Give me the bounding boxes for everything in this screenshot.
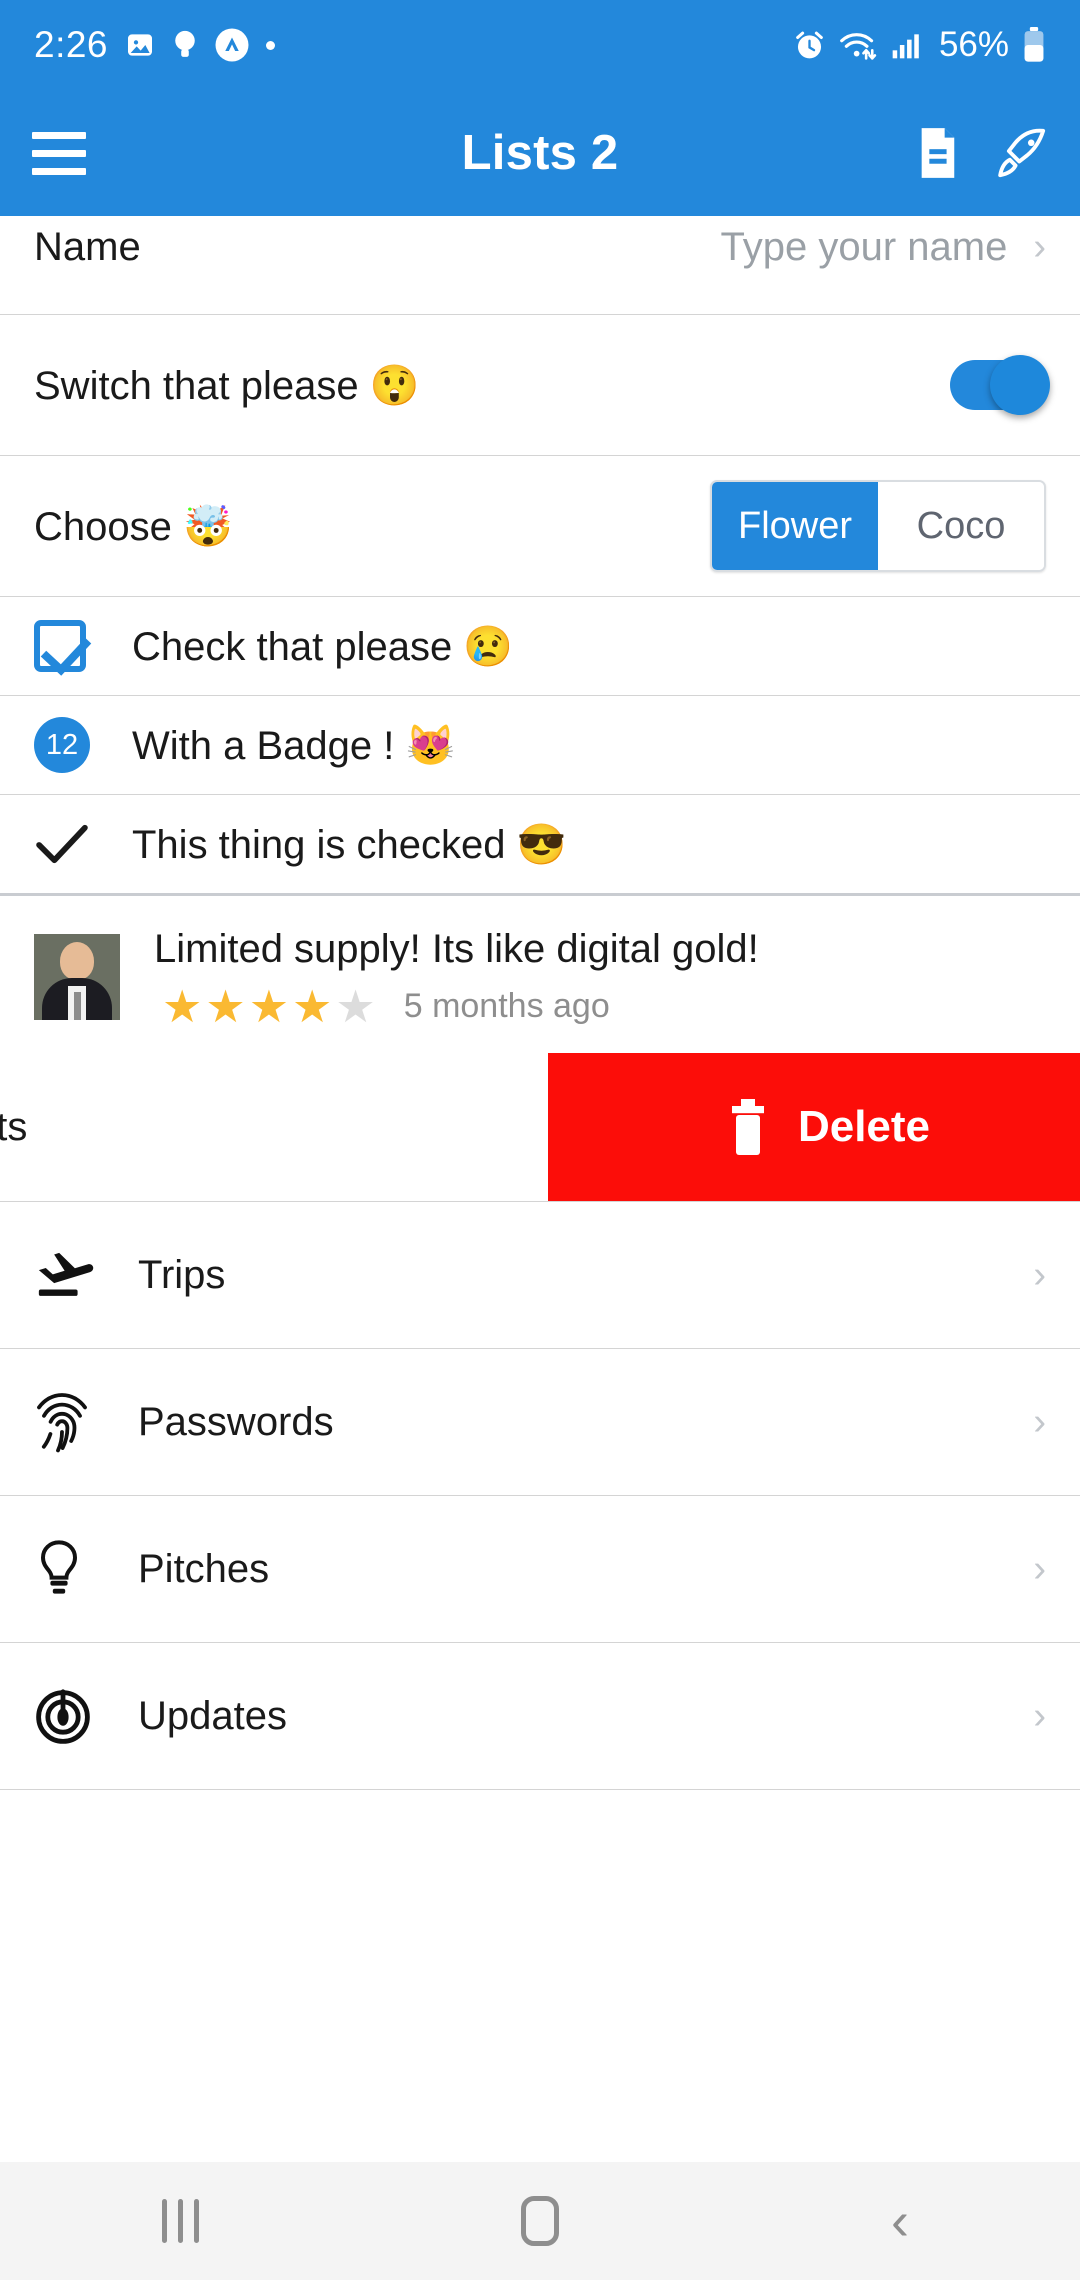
menu-item-label: Trips xyxy=(138,1252,226,1297)
star-filled: ★ xyxy=(292,981,333,1033)
checkbox-checked-icon[interactable] xyxy=(34,620,86,672)
checkbox-label: Check that please 😢 xyxy=(132,624,514,669)
divider xyxy=(0,1789,1080,1791)
hamburger-icon[interactable] xyxy=(32,131,86,175)
menu-item-trips[interactable]: Trips › xyxy=(0,1202,1080,1348)
switch-label: Switch that please 😲 xyxy=(34,363,420,408)
delete-button[interactable]: Delete xyxy=(548,1053,1080,1202)
choose-label: Choose 🤯 xyxy=(34,504,233,549)
star-filled: ★ xyxy=(205,981,246,1033)
review-meta: ★ ★ ★ ★ ★ 5 months ago xyxy=(154,984,1046,1029)
row-name[interactable]: Name Type your name › xyxy=(0,216,1080,314)
review-title: Limited supply! Its like digital gold! xyxy=(154,927,759,971)
lightbulb-icon xyxy=(34,1538,100,1600)
star-empty: ★ xyxy=(335,981,376,1033)
row-switch[interactable]: Switch that please 😲 xyxy=(0,315,1080,455)
trash-icon xyxy=(726,1098,770,1156)
name-input[interactable]: Type your name xyxy=(721,227,1008,267)
row-choose: Choose 🤯 Flower Coco xyxy=(0,456,1080,596)
row-checkbox[interactable]: Check that please 😢 xyxy=(0,597,1080,695)
review-item[interactable]: Limited supply! Its like digital gold! ★… xyxy=(0,896,1080,1053)
phone-screen: 2:26 56% Lists 2 Name Type your name › S… xyxy=(0,0,1080,2280)
rating-stars: ★ ★ ★ ★ ★ xyxy=(162,984,376,1029)
rocket-icon[interactable] xyxy=(994,126,1048,180)
target-radar-icon xyxy=(34,1687,100,1745)
menu-item-updates[interactable]: Updates › xyxy=(0,1643,1080,1789)
menu-item-label: Passwords xyxy=(138,1399,334,1444)
segment-flower[interactable]: Flower xyxy=(712,482,878,570)
content-list: Name Type your name › Switch that please… xyxy=(0,216,1080,2162)
battery-percent: 56% xyxy=(938,25,1009,64)
alarm-icon xyxy=(793,29,826,62)
app-circle-icon xyxy=(214,27,250,63)
document-icon[interactable] xyxy=(914,126,960,180)
chevron-right-icon: › xyxy=(1033,1547,1046,1590)
system-nav-bar: ‹ xyxy=(0,2162,1080,2280)
review-timestamp: 5 months ago xyxy=(403,987,610,1026)
image-icon xyxy=(124,29,156,61)
app-bar: Lists 2 xyxy=(0,90,1080,216)
status-bar-left: 2:26 xyxy=(34,24,276,66)
signal-icon xyxy=(890,29,922,61)
star-filled: ★ xyxy=(162,981,203,1033)
dot-icon xyxy=(266,40,276,50)
airplane-landing-icon xyxy=(34,1249,100,1301)
menu-item-label: Pitches xyxy=(138,1546,270,1591)
segmented-control: Flower Coco xyxy=(710,480,1046,572)
menu-item-passwords[interactable]: Passwords › xyxy=(0,1349,1080,1495)
star-filled: ★ xyxy=(248,981,290,1033)
check-mark-icon xyxy=(34,823,90,865)
fingerprint-icon xyxy=(34,1391,100,1453)
recents-icon[interactable] xyxy=(120,2199,240,2243)
chevron-right-icon: › xyxy=(1033,1694,1046,1737)
badge-count: 12 xyxy=(34,717,90,773)
row-checked-thing[interactable]: This thing is checked 😎 xyxy=(0,795,1080,893)
chevron-right-icon: › xyxy=(1033,1400,1046,1443)
segment-coco[interactable]: Coco xyxy=(878,482,1044,570)
home-icon[interactable] xyxy=(480,2196,600,2246)
wifi-icon xyxy=(839,29,877,62)
avatar xyxy=(34,934,120,1020)
app-bar-actions xyxy=(914,126,1048,180)
menu-item-label: Updates xyxy=(138,1693,287,1738)
status-time: 2:26 xyxy=(34,24,109,65)
status-bar-right: 56% xyxy=(793,25,1046,65)
swiped-row-label: nts xyxy=(0,1104,28,1149)
row-swiped-delete[interactable]: nts › Delete xyxy=(0,1053,1080,1202)
switch-knob xyxy=(990,355,1050,415)
status-bar: 2:26 56% xyxy=(0,0,1080,90)
review-body: Limited supply! Its like digital gold! ★… xyxy=(154,926,1046,1029)
menu-item-pitches[interactable]: Pitches › xyxy=(0,1496,1080,1642)
chevron-right-icon: › xyxy=(1033,226,1046,268)
checked-thing-label: This thing is checked 😎 xyxy=(132,822,567,867)
name-label: Name xyxy=(34,225,141,269)
row-badge[interactable]: 12 With a Badge ! 😻 xyxy=(0,696,1080,794)
battery-icon xyxy=(1022,27,1046,63)
delete-label: Delete xyxy=(797,1102,931,1152)
chevron-right-icon: › xyxy=(1033,1253,1046,1296)
switch-toggle[interactable] xyxy=(950,355,1050,415)
back-icon[interactable]: ‹ xyxy=(840,2193,960,2248)
badge-label: With a Badge ! 😻 xyxy=(132,723,456,768)
bulb-icon xyxy=(172,28,198,62)
